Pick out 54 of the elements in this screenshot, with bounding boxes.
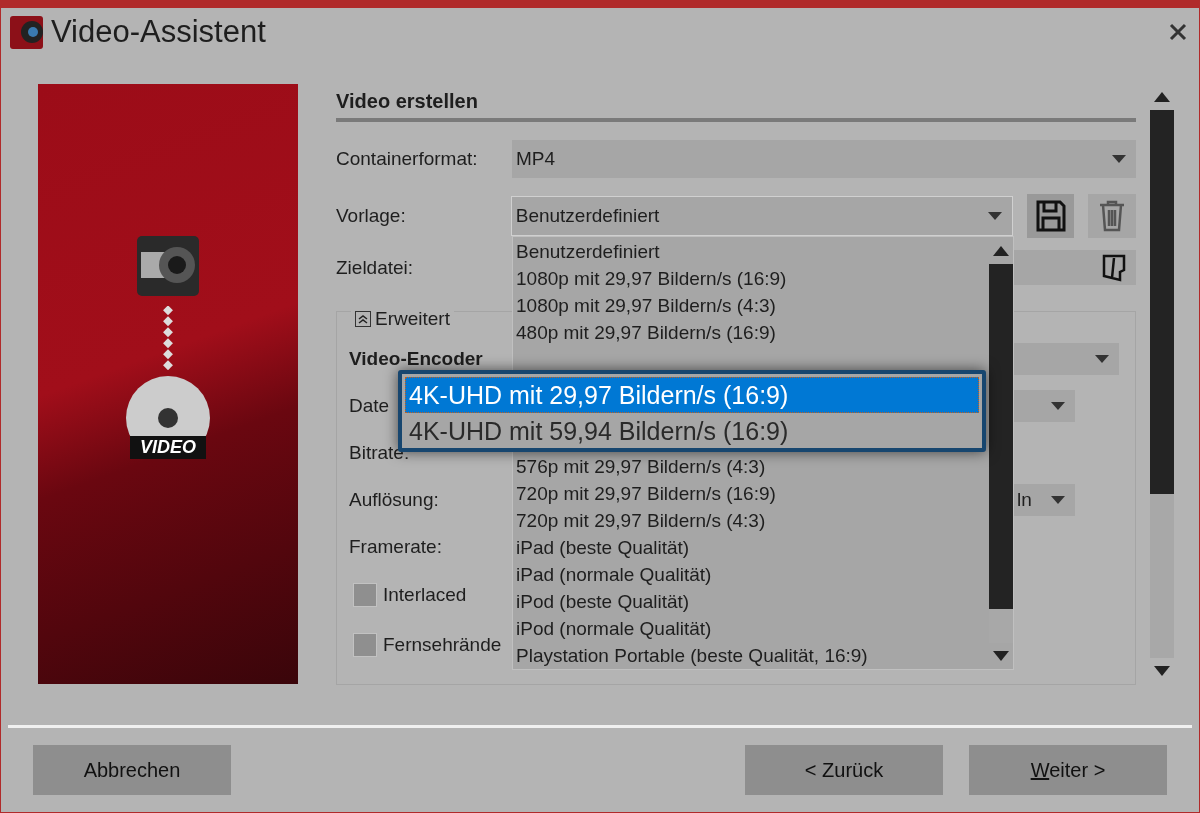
select-field[interactable]: ln xyxy=(1013,483,1075,516)
app-logo-icon xyxy=(10,15,43,49)
group-label: Erweitert xyxy=(375,308,450,330)
trash-icon xyxy=(1099,200,1126,232)
disc-label: VIDEO xyxy=(130,436,206,459)
caret-icon xyxy=(1112,155,1126,163)
list-option[interactable]: Benutzerdefiniert xyxy=(516,238,989,265)
caret-icon xyxy=(987,212,1002,220)
close-icon[interactable] xyxy=(1169,23,1187,41)
list-option[interactable]: iPod (normale Qualität) xyxy=(516,615,989,642)
field-label: Auflösung: xyxy=(349,488,439,511)
scroll-down-icon[interactable] xyxy=(1154,666,1170,676)
field-label: Containerformat: xyxy=(336,148,479,170)
select-field[interactable]: MP4 xyxy=(512,140,1136,178)
list-option[interactable]: iPod (beste Qualität) xyxy=(516,588,989,615)
caret-icon xyxy=(1095,354,1109,363)
window-title: Video-Assistent xyxy=(51,14,267,50)
checkbox-label: Interlaced xyxy=(383,584,467,606)
field-label: Date xyxy=(349,394,390,417)
list-option[interactable]: 4K-UHD mit 29,97 Bildern/s (16:9) xyxy=(405,377,979,413)
checkbox[interactable] xyxy=(353,633,377,657)
list-option[interactable]: iPad (normale Qualität) xyxy=(516,561,989,588)
folder-icon[interactable] xyxy=(1102,253,1126,282)
scroll-up-icon[interactable] xyxy=(993,246,1009,256)
dotted-connector-icon xyxy=(163,306,173,370)
select-field[interactable] xyxy=(1013,342,1119,375)
select-field[interactable] xyxy=(1013,389,1075,422)
list-option[interactable]: iPad (beste Qualität) xyxy=(516,534,989,561)
scroll-up-icon[interactable] xyxy=(1154,92,1170,102)
list-option[interactable]: 720p mit 29,97 Bildern/s (4:3) xyxy=(516,507,989,534)
list-option[interactable]: 480p mit 29,97 Bildern/s (16:9) xyxy=(516,319,989,346)
field-label: Zieldatei: xyxy=(336,256,415,279)
dialog-button[interactable]: Abbrechen xyxy=(33,745,231,795)
collapse-icon[interactable] xyxy=(355,311,371,327)
caret-icon xyxy=(1051,495,1065,504)
dialog-button[interactable]: Weiter > xyxy=(969,745,1167,795)
camera-icon xyxy=(137,236,199,296)
list-option[interactable]: 1080p mit 29,97 Bildern/s (4:3) xyxy=(516,292,989,319)
dialog-button[interactable]: < Zurück xyxy=(745,745,943,795)
scroll-down-icon[interactable] xyxy=(993,651,1009,661)
list-option[interactable]: Playstation Portable (beste Qualität, 16:9) xyxy=(516,642,989,669)
group-heading: Video-Encoder xyxy=(349,347,483,370)
caret-icon xyxy=(1051,401,1065,410)
select-field[interactable]: Benutzerdefiniert xyxy=(510,196,1013,236)
delete-button[interactable] xyxy=(1088,194,1136,238)
checkbox[interactable] xyxy=(353,583,377,607)
save-button[interactable] xyxy=(1026,194,1075,238)
section-title: Video erstellen xyxy=(336,90,1136,122)
list-option[interactable]: 720p mit 29,97 Bildern/s (16:9) xyxy=(516,480,989,507)
checkbox-label: Fernsehrände xyxy=(383,634,502,656)
list-option[interactable]: 576p mit 29,97 Bildern/s (4:3) xyxy=(516,453,989,480)
field-label: Vorlage: xyxy=(336,205,407,227)
field-label: Framerate: xyxy=(349,535,442,558)
list-option[interactable]: 1080p mit 29,97 Bildern/s (16:9) xyxy=(516,265,989,292)
